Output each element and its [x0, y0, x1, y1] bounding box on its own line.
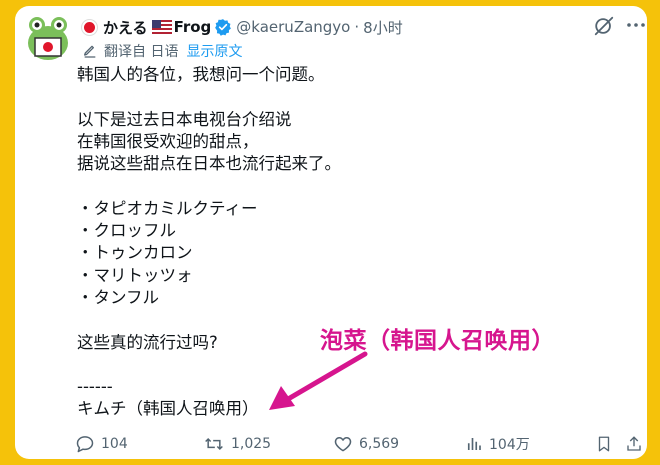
retweet-count: 1,025 [231, 436, 272, 452]
bookmark-icon [598, 436, 610, 452]
reply-button[interactable]: 104 [75, 432, 128, 456]
verified-badge-icon[interactable] [214, 18, 232, 36]
tweet-line: 在韩国很受欢迎的甜点， [77, 131, 259, 151]
translation-notice: 翻译自 日语 显示原文 [82, 41, 242, 61]
handle[interactable]: @kaeruZangyo [236, 18, 350, 36]
us-flag-icon [151, 20, 172, 34]
tweet-line: ・マリトッツォ [77, 265, 193, 285]
more-icon[interactable] [626, 15, 646, 37]
reply-icon [76, 436, 94, 453]
tweet-line: ・タピオカミルクティー [77, 198, 258, 218]
separator-dot: · [354, 18, 360, 36]
views-count: 104万 [489, 437, 530, 453]
translate-icon [84, 45, 96, 58]
share-icon [627, 436, 641, 451]
display-name[interactable]: かえる Frog [82, 17, 211, 38]
display-name-text: かえる [103, 18, 148, 37]
bookmark-button[interactable] [595, 432, 619, 456]
views-icon [467, 438, 481, 450]
tweet-header: かえる Frog @kaeruZangyo · 8小时 [82, 16, 403, 38]
display-name-suffix: Frog [173, 18, 212, 36]
tweet-line: 据说这些甜点在日本也流行起来了。 [77, 154, 341, 174]
timestamp[interactable]: 8小时 [363, 17, 403, 38]
tweet-line: ・クロッフル [77, 221, 176, 241]
share-button[interactable] [625, 432, 647, 456]
translated-from-label: 翻译自 日语 [104, 44, 179, 60]
tweet-line: ・トゥンカロン [77, 243, 193, 263]
tweet-line: 韩国人的各位，我想问一个问题。 [77, 65, 325, 84]
annotation-arrow-icon [269, 351, 368, 410]
action-bar: 104 1,025 6,569 104万 [15, 432, 647, 456]
tweet-line: 以下是过去日本电视台介绍说 [77, 109, 292, 129]
views-button[interactable]: 104万 [465, 432, 530, 456]
retweet-icon [205, 437, 223, 451]
jp-flag-icon [82, 19, 97, 35]
avatar[interactable] [24, 13, 72, 61]
tweet-line [77, 175, 617, 197]
show-original-link[interactable]: 显示原文 [186, 41, 242, 61]
grok-icon[interactable] [593, 15, 615, 37]
like-icon [334, 437, 352, 452]
like-count: 6,569 [359, 436, 400, 452]
tweet-line: ・タンフル [77, 287, 160, 307]
frog-avatar-icon [24, 13, 72, 61]
like-button[interactable]: 6,569 [333, 432, 399, 456]
retweet-button[interactable]: 1,025 [203, 432, 271, 456]
tweet-line [77, 86, 617, 108]
reply-count: 104 [101, 436, 128, 452]
tweet-card: かえる Frog @kaeruZangyo · 8小时 翻译自 日语 显示原文 … [15, 6, 647, 459]
